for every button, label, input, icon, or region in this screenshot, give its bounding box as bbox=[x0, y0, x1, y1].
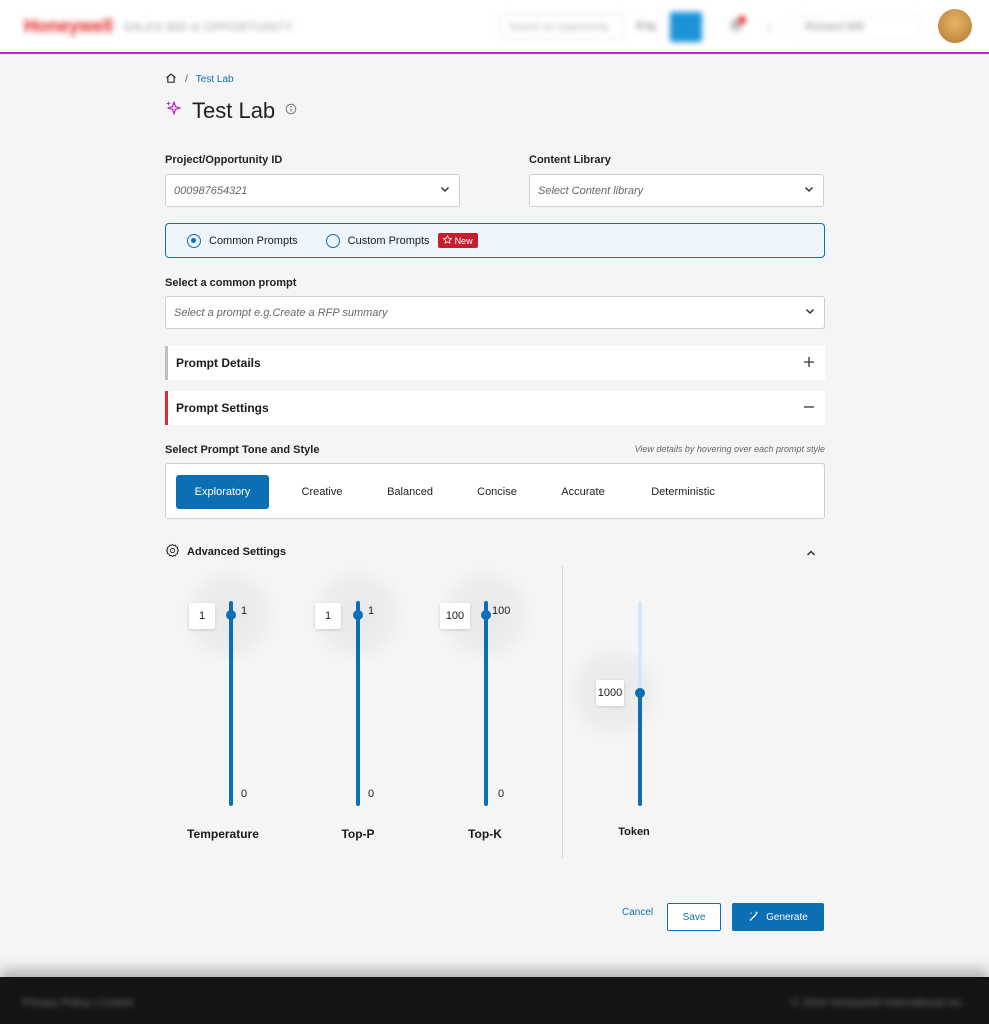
page-header: Test Lab bbox=[165, 98, 297, 124]
tone-option-deterministic[interactable]: Deterministic bbox=[638, 475, 728, 509]
tone-style-selector: Exploratory Creative Balanced Concise Ac… bbox=[165, 463, 825, 519]
advanced-settings-title: Advanced Settings bbox=[187, 546, 287, 558]
temperature-label: Temperature bbox=[187, 827, 259, 841]
footer-links[interactable]: Privacy Policy | Cookie bbox=[22, 997, 134, 1009]
plus-icon[interactable] bbox=[803, 356, 815, 371]
cancel-button[interactable]: Cancel bbox=[622, 907, 653, 918]
chevron-up-icon[interactable] bbox=[805, 546, 817, 564]
prompt-type-radio-group: Common Prompts Custom Prompts New bbox=[165, 223, 825, 258]
project-id-label: Project/Opportunity ID bbox=[165, 154, 283, 166]
minus-icon[interactable] bbox=[803, 401, 815, 416]
chevron-down-icon bbox=[803, 183, 815, 198]
avatar[interactable] bbox=[938, 9, 972, 43]
content-library-placeholder: Select Content library bbox=[538, 184, 644, 197]
top-p-label: Top-P bbox=[341, 827, 375, 841]
new-badge: New bbox=[437, 233, 478, 248]
radio-common-prompts[interactable]: Common Prompts bbox=[187, 233, 298, 248]
top-p-min-label: 0 bbox=[368, 788, 375, 800]
tone-style-hint: View details by hovering over each promp… bbox=[634, 444, 825, 454]
project-id-select[interactable]: 000987654321 bbox=[165, 174, 460, 207]
footer: Privacy Policy | Cookie © 2024 Honeywell… bbox=[0, 977, 989, 1024]
sliders-divider bbox=[562, 566, 563, 858]
tone-option-balanced[interactable]: Balanced bbox=[374, 475, 446, 509]
tone-option-concise[interactable]: Concise bbox=[461, 475, 533, 509]
radio-common-label: Common Prompts bbox=[209, 234, 298, 247]
generate-button[interactable]: Generate bbox=[732, 903, 824, 931]
breadcrumb: / Test Lab bbox=[165, 72, 234, 87]
prompt-settings-title: Prompt Settings bbox=[176, 401, 269, 415]
top-p-max-label: 1 bbox=[368, 605, 375, 617]
advanced-settings-header[interactable]: Advanced Settings bbox=[165, 543, 286, 561]
token-label: Token bbox=[618, 826, 650, 838]
prompt-details-accordion[interactable]: Prompt Details bbox=[165, 346, 825, 380]
token-slider-track[interactable] bbox=[638, 601, 642, 806]
brand[interactable]: Honeywell SALES BID & OPPORTUNITY bbox=[24, 16, 293, 37]
top-p-value: 1 bbox=[315, 603, 341, 629]
content-library-label: Content Library bbox=[529, 154, 611, 166]
token-slider-fill bbox=[638, 693, 642, 806]
radio-button-selected[interactable] bbox=[187, 233, 201, 248]
top-k-slider-track[interactable] bbox=[484, 601, 488, 806]
tone-option-accurate[interactable]: Accurate bbox=[547, 475, 619, 509]
top-p-slider-track[interactable] bbox=[356, 601, 360, 806]
save-button[interactable]: Save bbox=[667, 903, 721, 931]
common-prompt-label: Select a common prompt bbox=[165, 277, 297, 289]
tone-option-exploratory[interactable]: Exploratory bbox=[176, 475, 269, 509]
brand-logo: Honeywell bbox=[24, 16, 114, 36]
token-value: 1000 bbox=[596, 680, 624, 706]
token-slider-thumb[interactable] bbox=[635, 688, 645, 698]
top-p-slider-thumb[interactable] bbox=[353, 610, 363, 620]
header-divider: | bbox=[768, 20, 772, 34]
footer-copyright: © 2024 Honeywell International Inc. bbox=[791, 997, 965, 1009]
chevron-down-icon bbox=[804, 305, 816, 320]
top-k-max-label: 100 bbox=[492, 605, 511, 617]
notification-dot bbox=[738, 16, 746, 24]
content-library-select[interactable]: Select Content library bbox=[529, 174, 824, 207]
language-selector[interactable]: Eng bbox=[636, 20, 656, 32]
magic-wand-icon bbox=[748, 910, 760, 925]
prompt-details-title: Prompt Details bbox=[176, 356, 261, 370]
top-k-slider-thumb[interactable] bbox=[481, 610, 491, 620]
chevron-down-icon bbox=[439, 183, 451, 198]
radio-button[interactable] bbox=[325, 233, 340, 248]
new-badge-label: New bbox=[454, 235, 473, 246]
temperature-slider-thumb[interactable] bbox=[226, 610, 236, 620]
common-prompt-placeholder: Select a prompt e.g.Create a RFP summary bbox=[174, 306, 388, 319]
top-k-value: 100 bbox=[440, 603, 470, 629]
top-navigation-bar: Honeywell SALES BID & OPPORTUNITY Search… bbox=[0, 0, 989, 54]
prompt-settings-accordion[interactable]: Prompt Settings bbox=[165, 391, 825, 425]
temperature-slider-track[interactable] bbox=[229, 601, 233, 806]
radio-custom-prompts[interactable]: Custom Prompts bbox=[325, 233, 430, 248]
breadcrumb-current[interactable]: Test Lab bbox=[196, 74, 234, 85]
temperature-max-label: 1 bbox=[241, 605, 248, 617]
sparkle-icon bbox=[165, 100, 182, 122]
user-menu[interactable]: Richard Will bbox=[796, 14, 920, 40]
header-search-button[interactable] bbox=[670, 12, 702, 42]
star-icon bbox=[442, 234, 452, 246]
top-k-min-label: 0 bbox=[498, 788, 505, 800]
temperature-min-label: 0 bbox=[241, 788, 248, 800]
generate-label: Generate bbox=[766, 911, 808, 923]
info-icon[interactable] bbox=[285, 102, 297, 120]
breadcrumb-separator: / bbox=[185, 74, 188, 85]
home-icon[interactable] bbox=[165, 72, 177, 87]
radio-custom-label: Custom Prompts bbox=[347, 234, 430, 247]
header-search-input[interactable]: Search an Opportunity bbox=[500, 14, 624, 40]
temperature-value: 1 bbox=[189, 603, 215, 629]
tone-option-creative[interactable]: Creative bbox=[286, 475, 358, 509]
page-title: Test Lab bbox=[192, 98, 276, 123]
top-k-label: Top-K bbox=[468, 827, 502, 841]
project-id-value: 000987654321 bbox=[174, 184, 248, 197]
app-name: SALES BID & OPPORTUNITY bbox=[123, 19, 294, 34]
common-prompt-select[interactable]: Select a prompt e.g.Create a RFP summary bbox=[165, 296, 825, 329]
tone-style-label: Select Prompt Tone and Style bbox=[165, 444, 320, 456]
gear-icon bbox=[165, 543, 180, 561]
